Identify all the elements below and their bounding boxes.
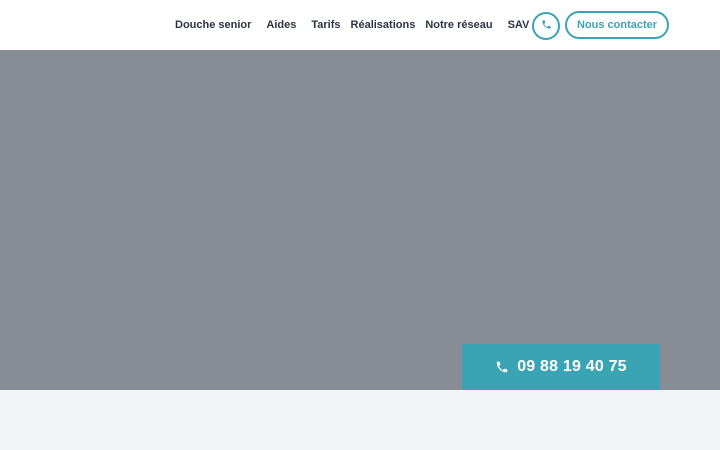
page: Douche senior Aides Tarifs Réalisations … [0, 0, 720, 450]
nav-item-sav[interactable]: SAV [508, 19, 530, 31]
nav-item-aides[interactable]: Aides [266, 19, 296, 31]
phone-icon [495, 360, 509, 374]
header-phone-button[interactable] [532, 12, 560, 40]
content-area [0, 390, 720, 450]
call-number-button[interactable]: 09 88 19 40 75 [462, 344, 660, 390]
phone-icon [541, 17, 552, 35]
nav-item-notre-reseau[interactable]: Notre réseau [425, 19, 492, 31]
contact-button[interactable]: Nous contacter [565, 11, 670, 39]
nav-item-douche-senior[interactable]: Douche senior [175, 19, 251, 31]
site-header: Douche senior Aides Tarifs Réalisations … [0, 0, 720, 50]
main-nav: Douche senior Aides Tarifs Réalisations … [175, 0, 529, 50]
nav-item-realisations[interactable]: Réalisations [351, 19, 416, 31]
nav-item-tarifs[interactable]: Tarifs [311, 19, 340, 31]
call-number: 09 88 19 40 75 [517, 358, 627, 375]
hero-banner [0, 50, 720, 390]
